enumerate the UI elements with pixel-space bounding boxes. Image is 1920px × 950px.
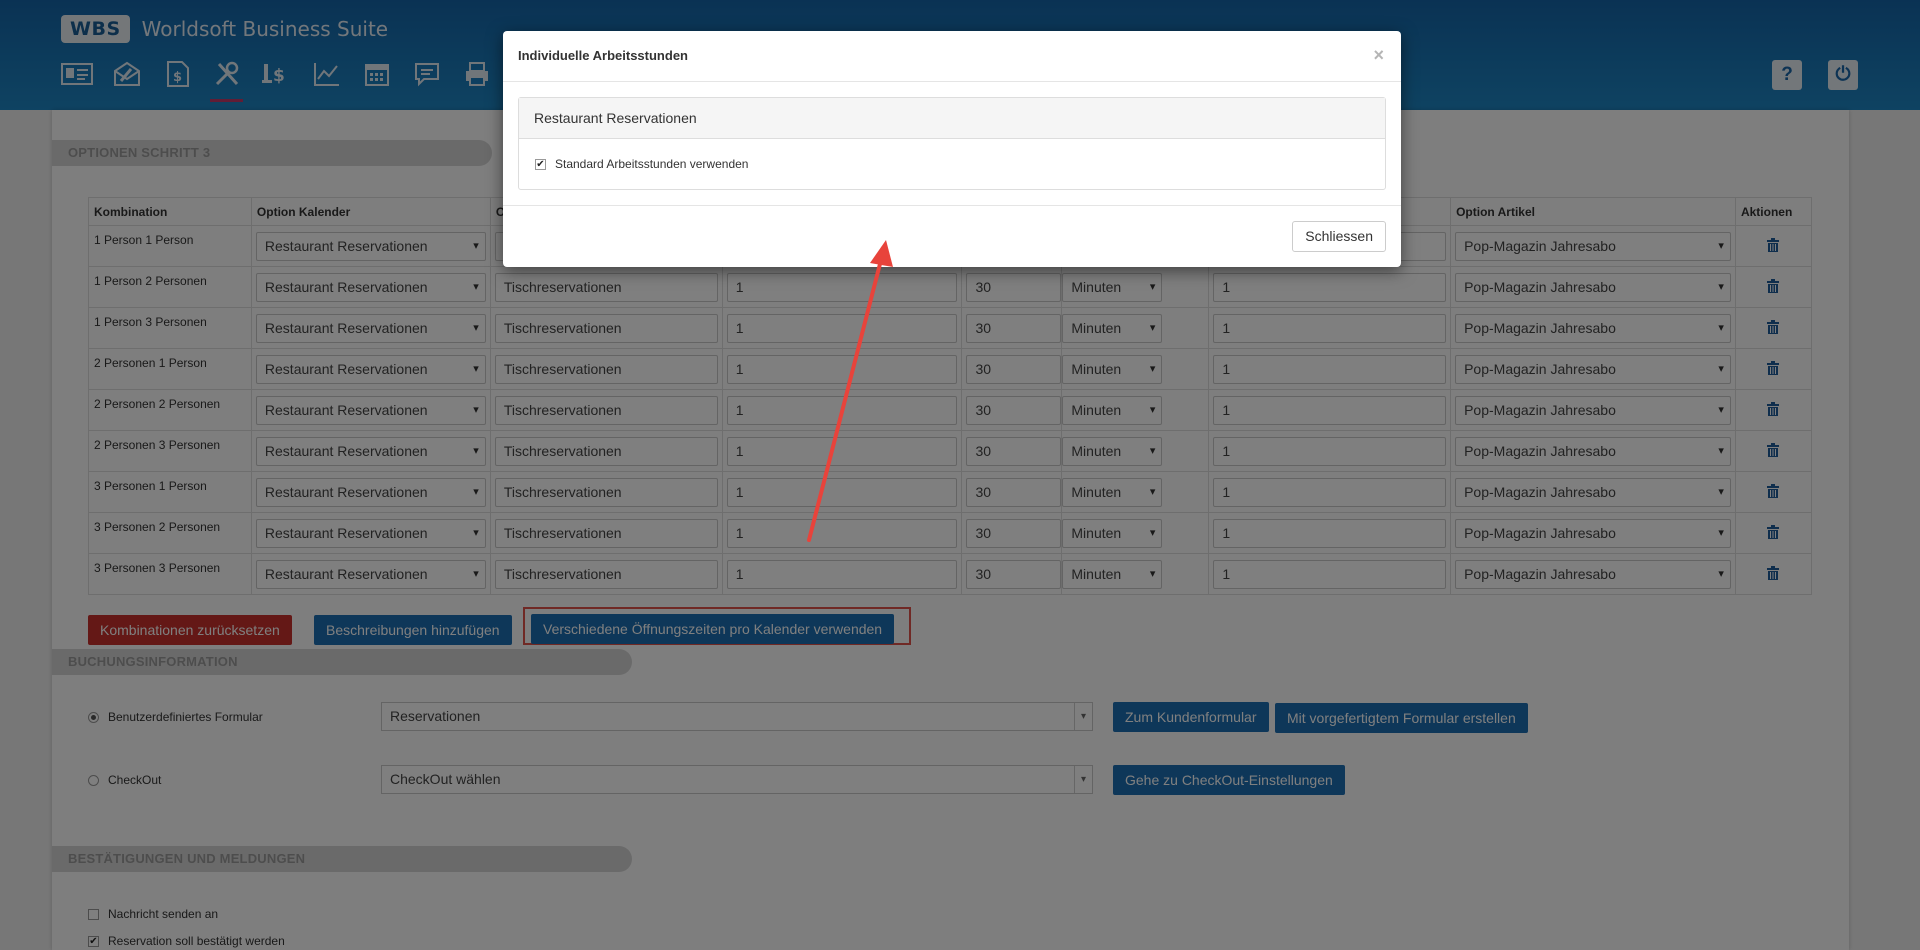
panel-body: ✔ Standard Arbeitsstunden verwenden	[519, 139, 1385, 189]
panel-title: Restaurant Reservationen	[519, 98, 1385, 139]
modal-title: Individuelle Arbeitsstunden	[518, 48, 688, 63]
close-button[interactable]: Schliessen	[1292, 221, 1386, 252]
standard-hours-checkbox[interactable]: ✔	[535, 158, 546, 170]
calendar-panel: Restaurant Reservationen ✔ Standard Arbe…	[518, 97, 1386, 190]
working-hours-modal: Individuelle Arbeitsstunden × Restaurant…	[503, 31, 1401, 267]
modal-footer: Schliessen	[503, 205, 1401, 267]
standard-hours-label: Standard Arbeitsstunden verwenden	[555, 157, 749, 171]
modal-header: Individuelle Arbeitsstunden ×	[503, 31, 1401, 82]
close-icon[interactable]: ×	[1373, 45, 1384, 66]
